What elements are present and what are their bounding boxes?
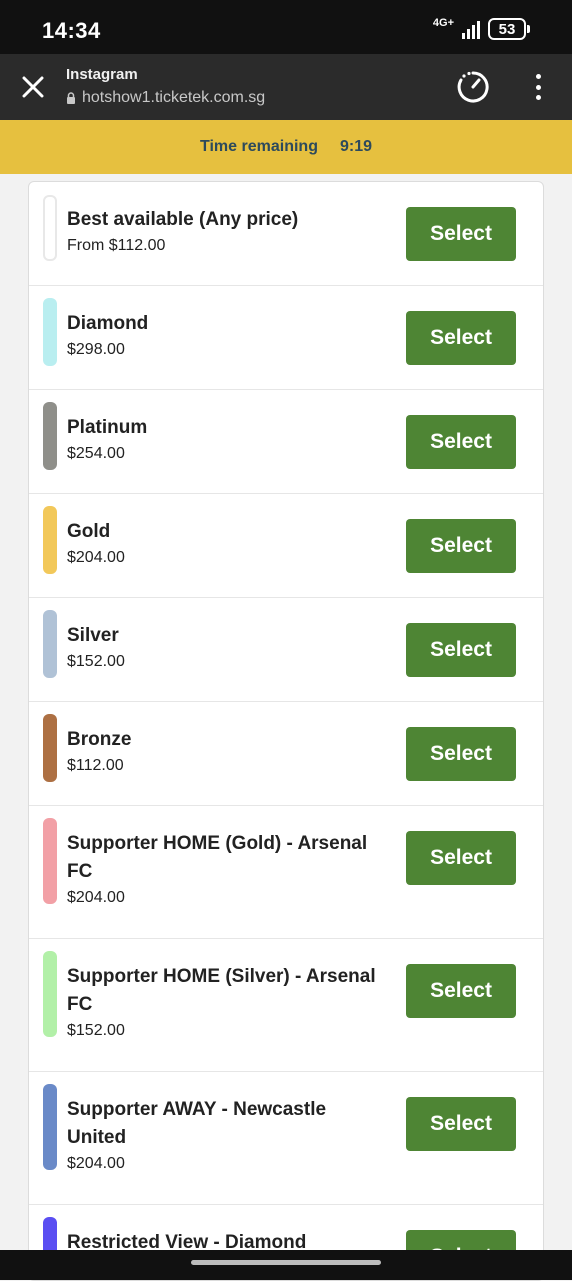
price-color-swatch [43, 818, 57, 904]
ticket-row: Supporter HOME (Gold) - Arsenal FC $204.… [29, 806, 543, 939]
ticket-price: $298.00 [67, 341, 125, 358]
select-button[interactable]: Select [406, 964, 516, 1018]
ticket-name: Silver [67, 625, 119, 646]
select-button[interactable]: Select [406, 623, 516, 677]
ticket-row: Platinum $254.00 Select [29, 390, 543, 494]
timer-banner: Time remaining 9:19 [0, 120, 572, 174]
select-button[interactable]: Select [406, 831, 516, 885]
price-color-swatch [43, 402, 57, 470]
ticket-name: Supporter HOME (Gold) - Arsenal FC [67, 833, 368, 882]
select-button[interactable]: Select [406, 727, 516, 781]
ticket-price: $152.00 [67, 1022, 125, 1039]
ticket-row: Best available (Any price) From $112.00 … [29, 182, 543, 286]
ticket-row: Supporter AWAY - Newcastle United $204.0… [29, 1072, 543, 1205]
select-button[interactable]: Select [406, 519, 516, 573]
lock-icon [67, 92, 75, 104]
ticket-name: Supporter HOME (Silver) - Arsenal FC [67, 966, 376, 1015]
ticket-name: Gold [67, 521, 111, 542]
select-button[interactable]: Select [406, 415, 516, 469]
ticket-price: $112.00 [67, 757, 124, 774]
home-indicator[interactable] [191, 1260, 381, 1265]
ticket-row: Bronze $112.00 Select [29, 702, 543, 806]
time-remaining-value: 9:19 [339, 138, 372, 155]
ticket-name: Supporter AWAY - Newcastle United [67, 1099, 327, 1148]
select-button[interactable]: Select [406, 207, 516, 261]
time-remaining-label: Time remaining [200, 138, 318, 155]
url-line: hotshow1.ticketek.com.sg [66, 89, 265, 107]
ticket-price: $152.00 [67, 653, 125, 670]
ticket-price: $204.00 [67, 549, 125, 566]
ticket-name: Best available (Any price) [67, 209, 299, 230]
ticket-row: Diamond $298.00 Select [29, 286, 543, 390]
status-icons: 4G+ 53 [432, 16, 530, 40]
ticket-row: Supporter HOME (Silver) - Arsenal FC $15… [29, 939, 543, 1072]
price-color-swatch [43, 298, 57, 366]
price-color-swatch [43, 610, 57, 678]
signal-icon [462, 19, 480, 39]
system-nav-bar [0, 1250, 572, 1280]
close-icon[interactable] [18, 72, 48, 102]
price-color-swatch [43, 714, 57, 782]
select-button[interactable]: Select [406, 1097, 516, 1151]
browser-app-name: Instagram [66, 66, 138, 83]
status-bar: 14:34 4G+ 53 [0, 0, 572, 54]
ticket-price: $254.00 [67, 445, 125, 462]
ticket-row: Silver $152.00 Select [29, 598, 543, 702]
more-vert-icon[interactable] [528, 74, 548, 100]
url-text: hotshow1.ticketek.com.sg [82, 89, 266, 106]
timer-icon[interactable] [456, 70, 490, 104]
select-button[interactable]: Select [406, 311, 516, 365]
ticket-price: $204.00 [67, 1155, 125, 1172]
url-block[interactable]: Instagram hotshow1.ticketek.com.sg [66, 66, 265, 107]
network-type-label: 4G+ [432, 16, 454, 29]
ticket-name: Diamond [67, 313, 149, 334]
price-color-swatch [43, 951, 57, 1037]
status-time: 14:34 [42, 18, 101, 43]
battery-icon: 53 [488, 18, 530, 40]
battery-level: 53 [488, 18, 526, 40]
ticket-list: Best available (Any price) From $112.00 … [28, 181, 544, 1281]
price-color-swatch [43, 506, 57, 574]
price-color-swatch [43, 195, 57, 261]
ticket-row: Gold $204.00 Select [29, 494, 543, 598]
ticket-name: Platinum [67, 417, 148, 438]
price-color-swatch [43, 1084, 57, 1170]
ticket-price: $204.00 [67, 889, 125, 906]
browser-toolbar: Instagram hotshow1.ticketek.com.sg [0, 54, 572, 120]
ticket-name: Bronze [67, 729, 132, 750]
ticket-price: From $112.00 [67, 237, 166, 254]
